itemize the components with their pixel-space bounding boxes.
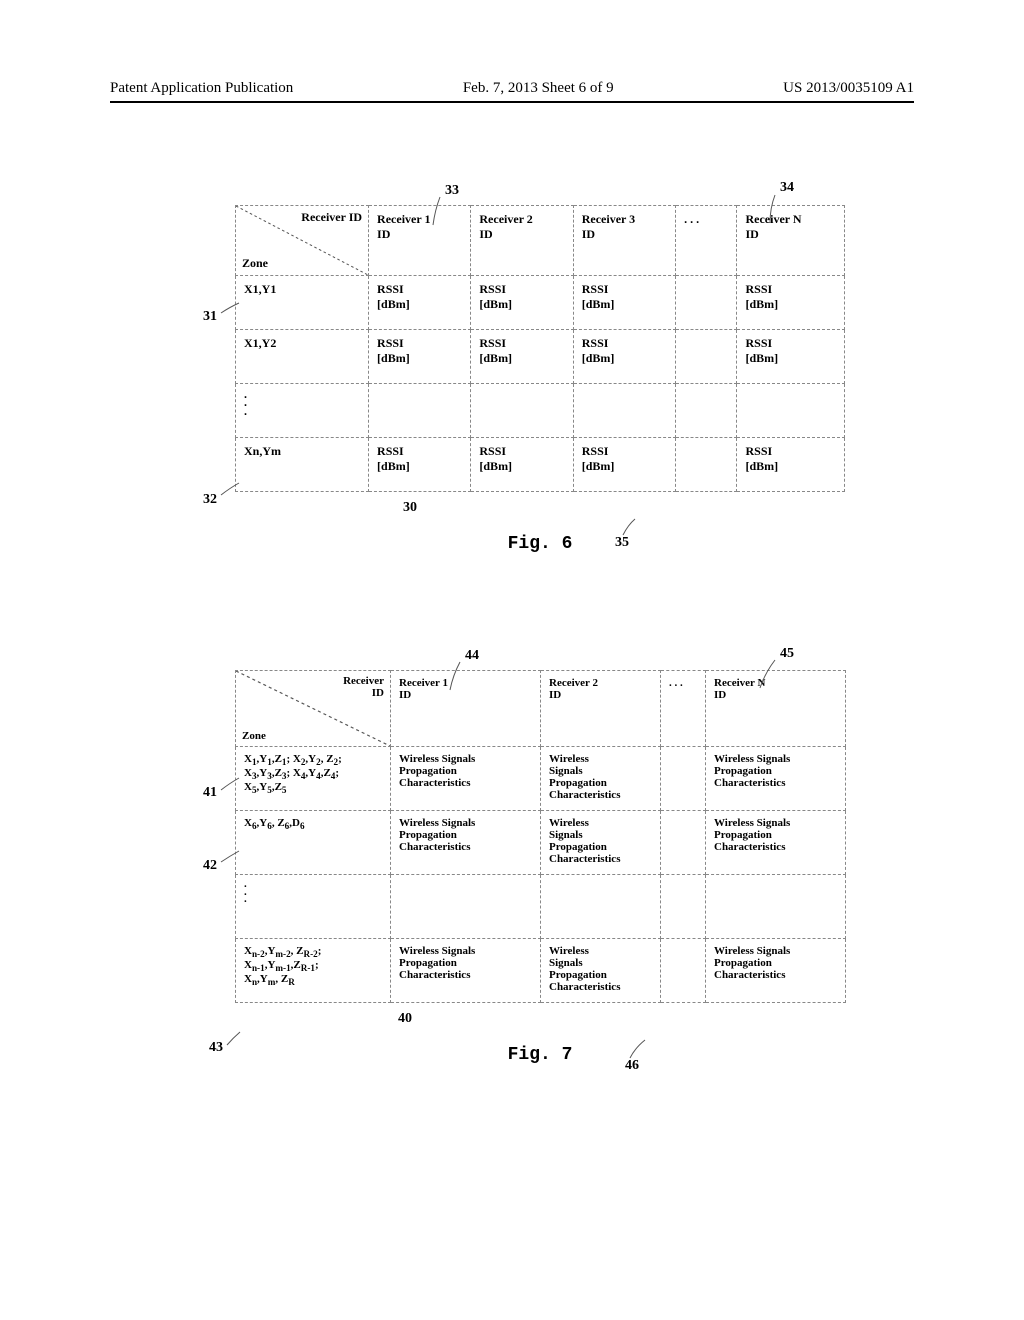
rssi-cell: RSSI[dBm] [573,276,675,330]
empty-cell [676,384,737,438]
table-row: X1,Y1,Z1; X2,Y2, Z2;X3,Y3,Z3; X4,Y4,Z4;X… [236,747,846,811]
empty-cell [706,875,846,939]
rssi-cell [676,330,737,384]
callout-43: 43 [209,1040,223,1056]
table-row: ... [236,875,846,939]
zone-cell: Xn-2,Ym-2, ZR-2;Xn-1,Ym-1,ZR-1;Xn,Ym, ZR [236,939,391,1003]
callout-41: 41 [203,785,217,801]
prop-cell [661,811,706,875]
callout-42: 42 [203,858,217,874]
callout-34: 34 [780,180,794,196]
prop-cell: Wireless SignalsPropagationCharacteristi… [706,747,846,811]
rssi-cell: RSSI[dBm] [737,276,845,330]
vdots-cell: ... [236,875,391,939]
empty-cell [471,384,573,438]
figure-6: 33 34 31 32 35 Receiver ID Zone Receiver… [235,205,845,554]
fig7-col1: Receiver 1ID [391,671,541,747]
fig6-table: Receiver ID Zone Receiver 1ID Receiver 2… [235,205,845,492]
fig7-col4: Receiver NID [706,671,846,747]
fig6-col3: Receiver 3ID [573,206,675,276]
callout-31: 31 [203,309,217,325]
rssi-cell [676,276,737,330]
table-row: X6,Y6, Z6,D6 Wireless SignalsPropagation… [236,811,846,875]
prop-cell: WirelessSignalsPropagationCharacteristic… [541,939,661,1003]
callout-32: 32 [203,492,217,508]
rssi-cell: RSSI[dBm] [573,330,675,384]
prop-cell: Wireless SignalsPropagationCharacteristi… [706,939,846,1003]
fig7-col2: Receiver 2ID [541,671,661,747]
callout-44: 44 [465,648,479,664]
rssi-cell: RSSI[dBm] [737,330,845,384]
callout-33: 33 [445,183,459,199]
rssi-cell: RSSI[dBm] [471,438,573,492]
fig6-header-row: Receiver ID Zone Receiver 1ID Receiver 2… [236,206,845,276]
fig6-col5: Receiver NID [737,206,845,276]
zone-cell: Xn,Ym [236,438,369,492]
rssi-cell: RSSI[dBm] [471,330,573,384]
callout-45: 45 [780,646,794,662]
table-row: X1,Y1 RSSI[dBm] RSSI[dBm] RSSI[dBm] RSSI… [236,276,845,330]
header-center: Feb. 7, 2013 Sheet 6 of 9 [463,80,614,97]
zone-cell: X1,Y1,Z1; X2,Y2, Z2;X3,Y3,Z3; X4,Y4,Z4;X… [236,747,391,811]
empty-cell [573,384,675,438]
prop-cell: Wireless SignalsPropagationCharacteristi… [391,747,541,811]
empty-cell [391,875,541,939]
diag-bottom-label: Zone [242,730,266,742]
diag-bottom-label: Zone [242,256,268,271]
callout-46: 46 [625,1058,639,1074]
rssi-cell [676,438,737,492]
empty-cell [369,384,471,438]
fig7-caption: Fig. 7 [235,1045,845,1065]
prop-cell [661,939,706,1003]
table-row: Xn-2,Ym-2, ZR-2;Xn-1,Ym-1,ZR-1;Xn,Ym, ZR… [236,939,846,1003]
rssi-cell: RSSI[dBm] [737,438,845,492]
diag-top-label: Receiver ID [301,210,362,225]
table-row: Xn,Ym RSSI[dBm] RSSI[dBm] RSSI[dBm] RSSI… [236,438,845,492]
empty-cell [541,875,661,939]
callout-30: 30 [0,500,845,516]
table-row: ... [236,384,845,438]
fig6-col2: Receiver 2ID [471,206,573,276]
zone-cell: X1,Y2 [236,330,369,384]
zone-cell: X6,Y6, Z6,D6 [236,811,391,875]
prop-cell: Wireless SignalsPropagationCharacteristi… [391,811,541,875]
callout-40: 40 [0,1011,845,1027]
fig7-header-row: ReceiverID Zone Receiver 1ID Receiver 2I… [236,671,846,747]
fig6-col4: . . . [676,206,737,276]
prop-cell: WirelessSignalsPropagationCharacteristic… [541,811,661,875]
rssi-cell: RSSI[dBm] [471,276,573,330]
diag-top-label: ReceiverID [343,675,384,699]
fig7-table: ReceiverID Zone Receiver 1ID Receiver 2I… [235,670,846,1003]
header-row: Patent Application Publication Feb. 7, 2… [110,80,914,103]
prop-cell: WirelessSignalsPropagationCharacteristic… [541,747,661,811]
empty-cell [661,875,706,939]
table-row: X1,Y2 RSSI[dBm] RSSI[dBm] RSSI[dBm] RSSI… [236,330,845,384]
vdots-cell: ... [236,384,369,438]
page-header: Patent Application Publication Feb. 7, 2… [0,80,1024,103]
fig7-col3: . . . [661,671,706,747]
header-left: Patent Application Publication [110,80,293,97]
prop-cell [661,747,706,811]
rssi-cell: RSSI[dBm] [369,438,471,492]
fig7-header-diag: ReceiverID Zone [236,671,391,747]
callout-35: 35 [615,535,629,551]
fig6-header-diag: Receiver ID Zone [236,206,369,276]
fig6-col1: Receiver 1ID [369,206,471,276]
rssi-cell: RSSI[dBm] [369,276,471,330]
rssi-cell: RSSI[dBm] [369,330,471,384]
zone-cell: X1,Y1 [236,276,369,330]
empty-cell [737,384,845,438]
figure-7: 44 45 41 42 43 46 ReceiverID Zone Receiv… [235,670,845,1065]
rssi-cell: RSSI[dBm] [573,438,675,492]
prop-cell: Wireless SignalsPropagationCharacteristi… [706,811,846,875]
header-right: US 2013/0035109 A1 [783,80,914,97]
prop-cell: Wireless SignalsPropagationCharacteristi… [391,939,541,1003]
fig6-caption: Fig. 6 [235,534,845,554]
